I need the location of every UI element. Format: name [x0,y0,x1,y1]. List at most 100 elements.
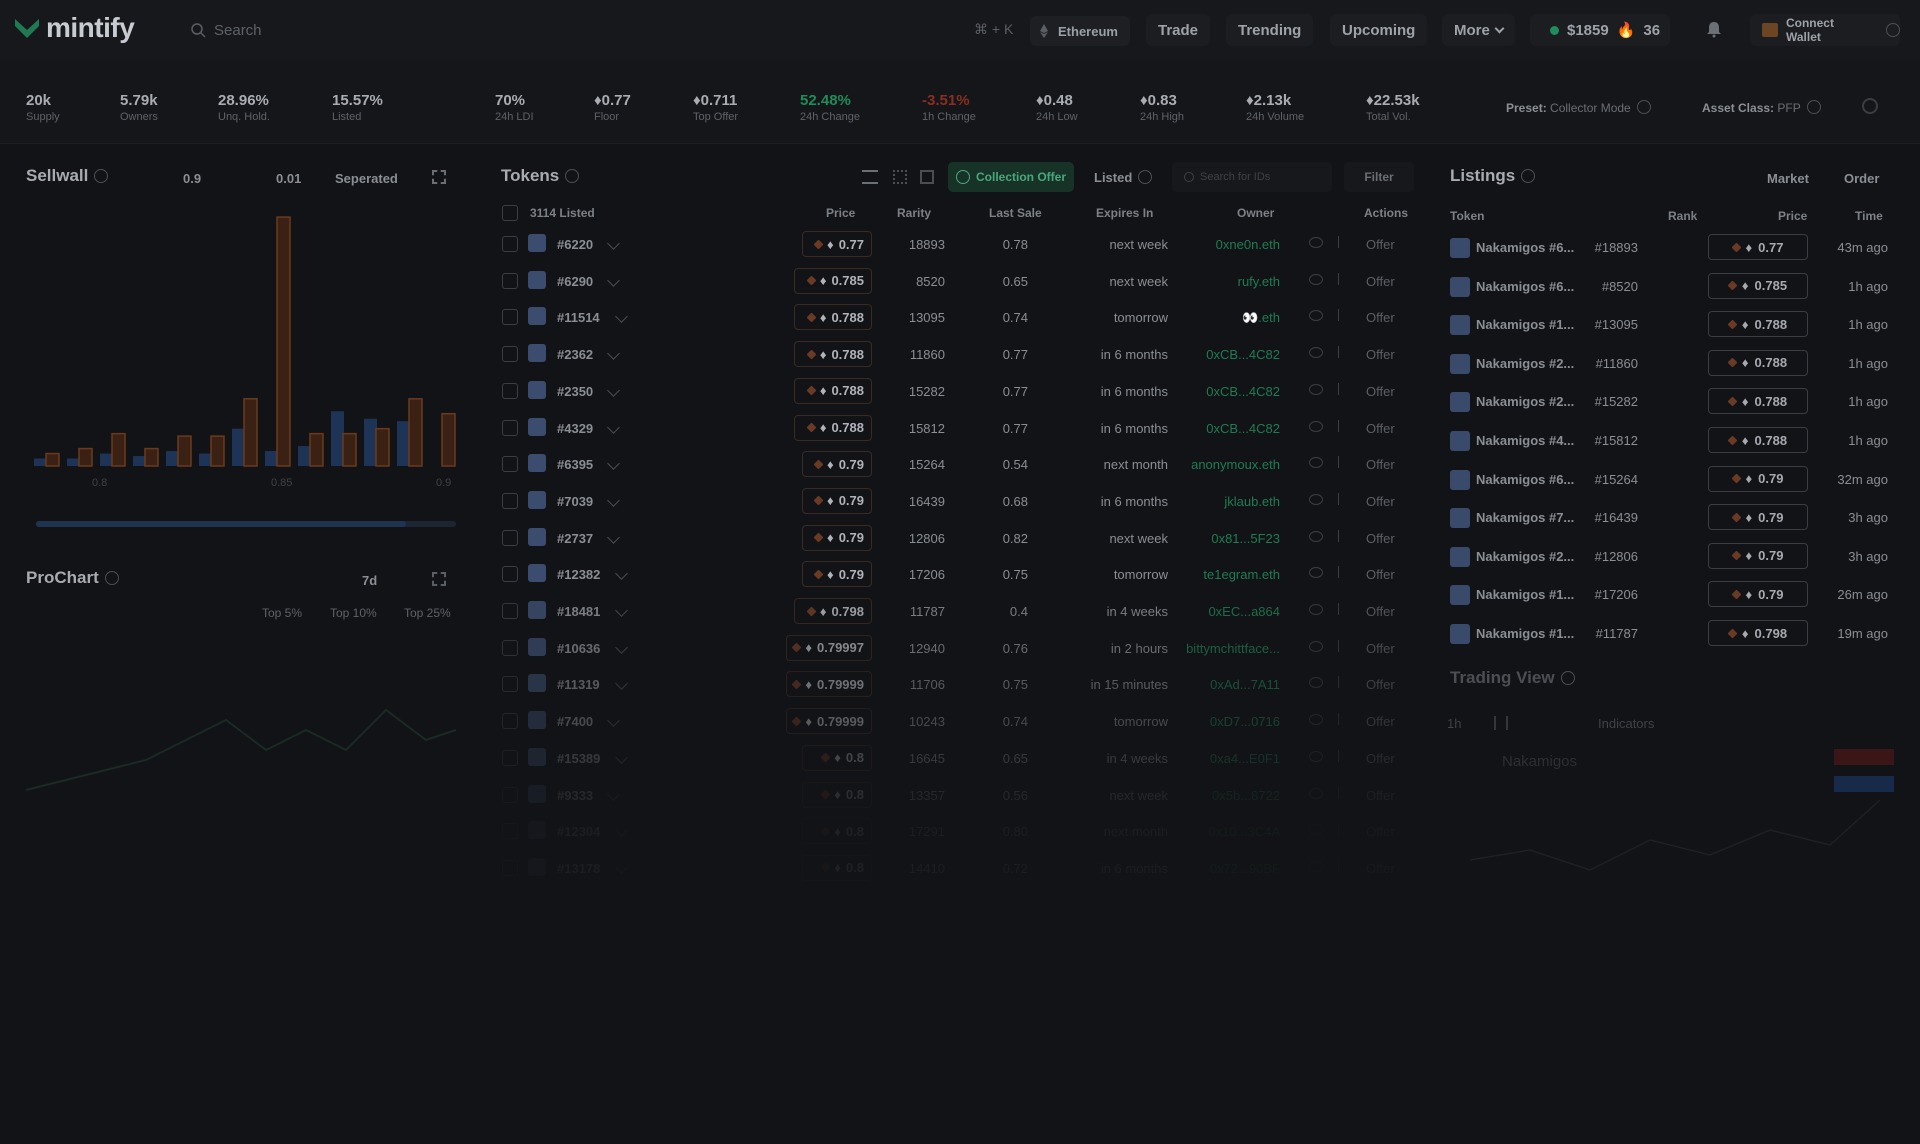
token-price[interactable]: ♦ 0.77 [802,231,872,257]
candles-icon[interactable] [1494,716,1508,730]
col-rarity[interactable]: Rarity [897,206,931,220]
chevron-down-icon[interactable] [607,530,620,544]
indicators-button[interactable]: Indicators [1598,716,1654,731]
make-offer-button[interactable]: Offer [1366,274,1395,289]
listing-row[interactable]: Nakamigos #6... #8520 ♦ 0.785 1h ago [1448,267,1888,305]
make-offer-button[interactable]: Offer [1366,714,1395,729]
token-row[interactable]: #6290 ♦ 0.785 8520 0.65 next week rufy.eth Offe… [500,263,1415,299]
token-id[interactable]: #10636 [557,641,600,656]
token-id[interactable]: #18481 [557,604,600,619]
asset-class-selector[interactable]: Asset Class: PFP [1702,100,1821,115]
listing-price[interactable]: ♦ 0.788 [1708,349,1808,376]
nav-upcoming[interactable]: Upcoming [1330,14,1428,46]
flag-icon[interactable] [1338,419,1347,432]
legend-top10[interactable]: Top 10% [330,606,377,620]
token-id[interactable]: #2350 [557,384,593,399]
token-owner[interactable]: 0xne0n.eth [1160,237,1280,252]
make-offer-button[interactable]: Offer [1366,237,1395,252]
token-id[interactable]: #7039 [557,494,593,509]
token-owner[interactable]: jklaub.eth [1160,494,1280,509]
token-owner[interactable]: 0xEC...a864 [1160,604,1280,619]
listing-price[interactable]: ♦ 0.788 [1708,427,1808,453]
token-owner[interactable]: anonymoux.eth [1160,457,1280,472]
chevron-down-icon[interactable] [615,824,628,838]
token-id[interactable]: #15389 [557,751,600,766]
token-row[interactable]: #18481 ♦ 0.798 11787 0.4 in 4 weeks 0xEC...a86… [500,593,1415,629]
listing-price[interactable]: ♦ 0.785 [1708,272,1808,299]
row-checkbox[interactable] [502,603,518,619]
eye-icon[interactable] [1309,530,1323,542]
chevron-down-icon[interactable] [607,383,620,397]
make-offer-button[interactable]: Offer [1366,310,1395,325]
make-offer-button[interactable]: Offer [1366,347,1395,362]
token-row[interactable]: #7400 ♦ 0.79999 10243 0.74 tomorrow 0xD7...071… [500,703,1415,739]
listing-price[interactable]: ♦ 0.79 [1708,504,1808,531]
token-owner[interactable]: 0x10...3C4A [1160,824,1280,839]
token-owner[interactable]: 0x5b...8722 [1160,788,1280,803]
flag-icon[interactable] [1338,492,1347,505]
filter-button[interactable]: Filter [1344,162,1414,192]
token-row[interactable]: #13178 ♦ 0.8 14410 0.72 in 6 months 0x72...90B… [500,850,1415,886]
listed-filter-toggle[interactable]: Listed [1094,170,1153,185]
flag-icon[interactable] [1338,859,1347,872]
row-checkbox[interactable] [502,859,518,876]
expand-icon[interactable] [432,170,446,184]
eye-icon[interactable] [1309,714,1323,726]
listing-price[interactable]: ♦ 0.788 [1708,311,1808,338]
make-offer-button[interactable]: Offer [1366,421,1395,436]
prochart-range-select[interactable]: 7d [362,573,377,588]
chevron-down-icon[interactable] [607,714,620,727]
row-checkbox[interactable] [502,749,518,766]
listing-row[interactable]: Nakamigos #6... #15264 ♦ 0.79 32m ago [1448,460,1888,498]
eye-icon[interactable] [1309,273,1323,285]
token-owner[interactable]: rufy.eth [1160,274,1280,289]
row-checkbox[interactable] [502,382,518,399]
chevron-down-icon[interactable] [607,494,620,507]
eye-icon[interactable] [1309,824,1323,836]
preset-selector[interactable]: Preset: Collector Mode [1506,100,1651,115]
token-price[interactable]: ♦ 0.8 [802,818,872,845]
listing-price[interactable]: ♦ 0.79 [1708,465,1808,492]
listing-row[interactable]: Nakamigos #2... #12806 ♦ 0.79 3h ago [1448,537,1888,575]
col-last-sale[interactable]: Last Sale [989,206,1042,220]
settings-gear-icon[interactable] [1862,98,1878,114]
token-price[interactable]: ♦ 0.785 [794,267,872,294]
listing-row[interactable]: Nakamigos #6... #18893 ♦ 0.77 43m ago [1448,228,1888,266]
make-offer-button[interactable]: Offer [1366,861,1395,876]
row-checkbox[interactable] [502,823,518,840]
listing-row[interactable]: Nakamigos #2... #15282 ♦ 0.788 1h ago [1448,382,1888,420]
nav-trade[interactable]: Trade [1146,14,1211,46]
flag-icon[interactable] [1338,749,1347,762]
token-price[interactable]: ♦ 0.788 [794,377,872,404]
flag-icon[interactable] [1338,603,1347,615]
token-row[interactable]: #4329 ♦ 0.788 15812 0.77 in 6 months 0xCB...4C… [500,410,1415,446]
chevron-down-icon[interactable] [607,273,620,287]
sellwall-range-slider[interactable] [36,521,456,527]
token-row[interactable]: #12382 ♦ 0.79 17206 0.75 tomorrow te1egram.eth… [500,556,1415,592]
token-owner[interactable]: 0xCB...4C82 [1160,384,1280,399]
eye-icon[interactable] [1309,604,1323,615]
token-id[interactable]: #6220 [557,237,593,252]
row-checkbox[interactable] [502,272,518,289]
row-checkbox[interactable] [502,346,518,363]
row-checkbox[interactable] [502,456,518,473]
listing-row[interactable]: Nakamigos #1... #13095 ♦ 0.788 1h ago [1448,305,1888,343]
flag-icon[interactable] [1338,456,1347,469]
token-id[interactable]: #6290 [557,274,593,289]
make-offer-button[interactable]: Offer [1366,604,1395,619]
eye-icon[interactable] [1309,420,1323,432]
token-row[interactable]: #6395 ♦ 0.79 15264 0.54 next month anonymoux.e… [500,446,1415,482]
token-price[interactable]: ♦ 0.788 [794,304,872,331]
logo[interactable]: mintify [14,12,135,44]
token-owner[interactable]: 0xD7...0716 [1160,714,1280,729]
token-price[interactable]: ♦ 0.788 [794,414,872,441]
listing-price[interactable]: ♦ 0.788 [1708,388,1808,415]
eye-icon[interactable] [1309,640,1323,652]
token-id[interactable]: #7400 [557,714,593,729]
token-owner[interactable]: 0xCB...4C82 [1160,347,1280,362]
eye-icon[interactable] [1309,457,1323,469]
token-owner[interactable]: 0xa4...E0F1 [1160,751,1280,766]
col-expires[interactable]: Expires In [1096,206,1153,220]
connect-wallet-button[interactable]: Connect Wallet [1750,14,1900,46]
token-row[interactable]: #11319 ♦ 0.79999 11706 0.75 in 15 minutes 0xAd… [500,666,1415,702]
